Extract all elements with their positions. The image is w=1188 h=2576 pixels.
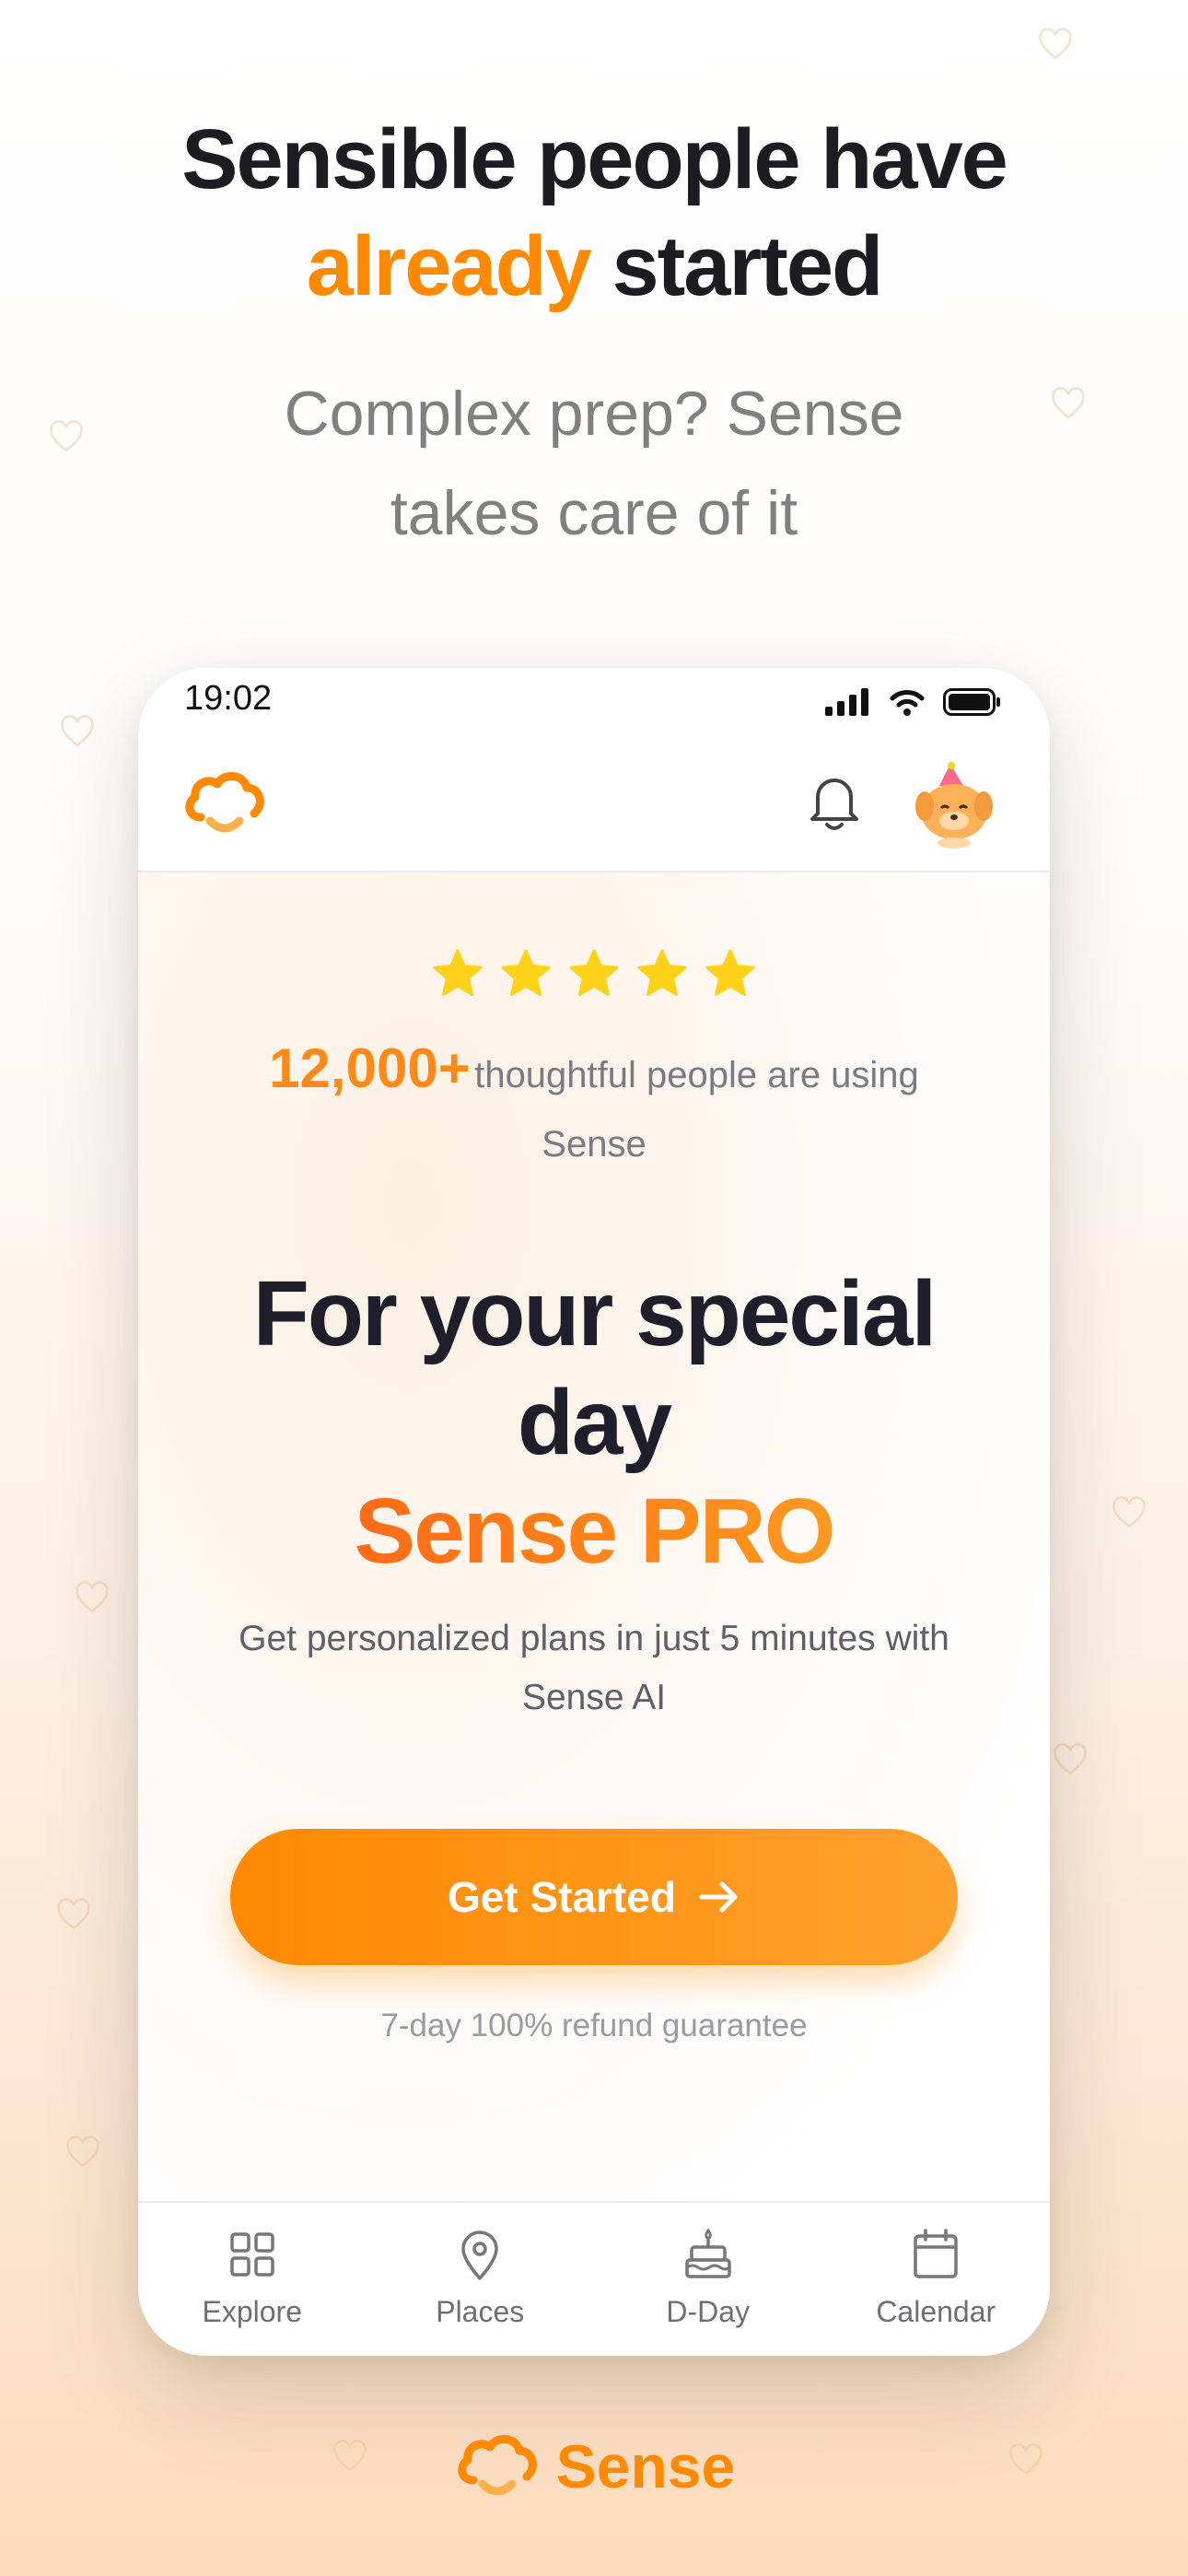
hero-title: For your special day Sense PRO (175, 1259, 1013, 1586)
tab-bar: Explore Places D-Day Calendar (138, 2201, 1050, 2356)
star-icon (433, 949, 483, 996)
star-icon (501, 949, 551, 996)
rating-stars (138, 946, 1050, 1001)
tab-label-dday: D-Day (666, 2295, 751, 2328)
heart-icon (74, 1581, 111, 1614)
battery-icon (943, 688, 1000, 716)
user-count-text-2: Sense (542, 1124, 646, 1165)
calendar-icon (914, 2229, 958, 2278)
app-header (138, 744, 1050, 873)
heart-icon (1037, 28, 1074, 61)
heart-icon (64, 2136, 101, 2169)
bell-icon[interactable] (805, 769, 864, 834)
subheadline-line1: Complex prep? Sense (284, 379, 904, 449)
status-icons (825, 688, 1002, 716)
hero-line2: day (517, 1371, 672, 1474)
hero-pro: Sense PRO (175, 1477, 1013, 1586)
tab-dday[interactable]: D-Day (594, 2203, 822, 2356)
description-line1: Get personalized plans in just 5 minutes… (239, 1619, 949, 1658)
tab-places[interactable]: Places (367, 2203, 595, 2356)
headline-line2: already started (0, 213, 1188, 320)
heart-icon (1111, 1496, 1147, 1529)
subheadline-line2: takes care of it (390, 478, 798, 548)
phone-mockup: 19:02 12,000+ thoughtful people are usin… (138, 668, 1050, 2356)
footer-brand: Sense (0, 2429, 1188, 2504)
cake-icon (685, 2228, 731, 2278)
subheadline: Complex prep? Sense takes care of it (0, 364, 1188, 563)
star-icon (569, 949, 619, 996)
user-count: 12,000+ (269, 1037, 471, 1099)
tab-label-places: Places (436, 2295, 525, 2328)
description-line2: Sense AI (521, 1678, 667, 1717)
social-proof: 12,000+ thoughtful people are using Sens… (193, 1038, 995, 1175)
heart-icon (55, 1898, 92, 1931)
arrow-right-icon (699, 1881, 738, 1913)
get-started-button[interactable]: Get Started (230, 1829, 958, 1965)
location-pin-icon (461, 2231, 498, 2280)
grid-icon (230, 2232, 274, 2277)
star-icon (705, 949, 755, 996)
heart-icon (59, 715, 96, 748)
signal-icon (825, 688, 868, 716)
headline-rest: started (589, 219, 883, 313)
tab-label-calendar: Calendar (876, 2295, 996, 2328)
hero-line1: For your special (252, 1262, 937, 1365)
sense-logo-icon (458, 2435, 537, 2496)
status-time: 19:02 (184, 679, 273, 718)
description: Get personalized plans in just 5 minutes… (193, 1610, 995, 1727)
wifi-icon (890, 690, 925, 716)
sense-logo-icon[interactable] (182, 766, 267, 841)
headline-accent: already (306, 219, 592, 313)
heart-icon (1052, 1743, 1089, 1776)
tab-calendar[interactable]: Calendar (822, 2203, 1051, 2356)
tab-label-explore: Explore (202, 2295, 303, 2328)
get-started-label: Get Started (448, 1873, 676, 1921)
user-count-text: thoughtful people are using (474, 1055, 919, 1095)
refund-guarantee: 7-day 100% refund guarantee (380, 2008, 808, 2043)
headline: Sensible people have already started (0, 106, 1188, 320)
avatar[interactable] (912, 760, 996, 849)
star-icon (637, 949, 687, 996)
paywall-content: 12,000+ thoughtful people are using Sens… (138, 872, 1050, 2199)
headline-line1: Sensible people have (181, 112, 1008, 206)
brand-name: Sense (555, 2432, 736, 2500)
tab-explore[interactable]: Explore (138, 2203, 367, 2356)
